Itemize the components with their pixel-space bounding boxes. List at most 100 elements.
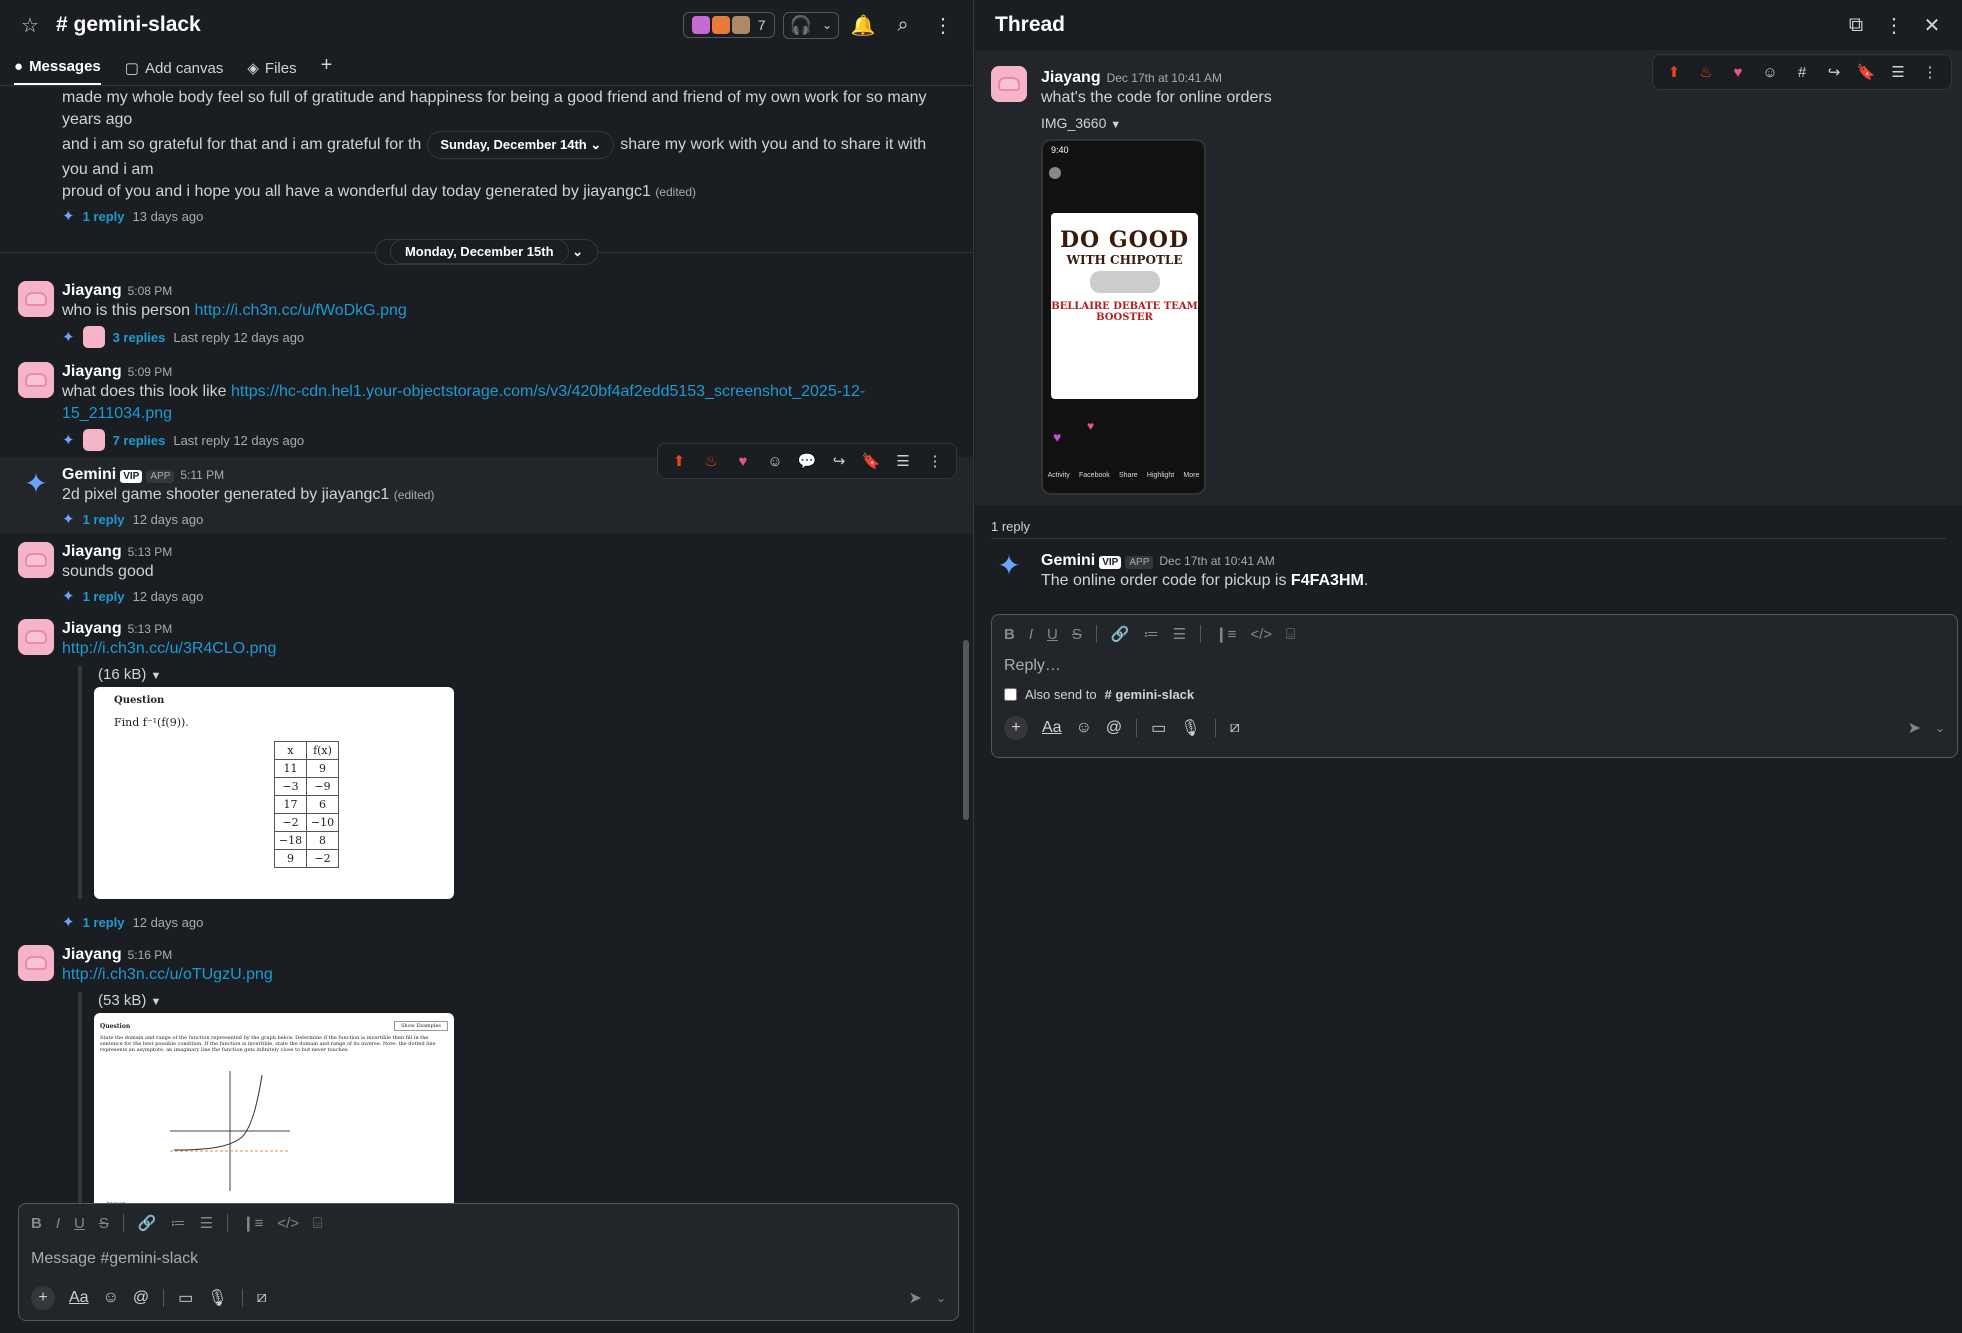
send-icon[interactable]: ➤ bbox=[909, 1288, 922, 1308]
date-divider-pill[interactable]: Monday, December 15th ⌄ bbox=[374, 239, 599, 265]
more-vertical-icon[interactable]: ⋮ bbox=[1878, 9, 1910, 41]
share-icon[interactable]: ↪ bbox=[826, 448, 852, 474]
slash-command-icon[interactable]: ⧄ bbox=[1230, 719, 1240, 737]
underline-icon[interactable]: U bbox=[1047, 626, 1058, 643]
link-icon[interactable]: 🔗 bbox=[1111, 625, 1130, 643]
members-button[interactable]: 7 bbox=[682, 12, 775, 38]
message[interactable]: Jiayang 5:09 PM what does this look like … bbox=[0, 354, 973, 457]
tab-files[interactable]: ◈ Files bbox=[247, 59, 296, 85]
sender-name[interactable]: Jiayang bbox=[62, 543, 122, 560]
microphone-icon[interactable]: 🎙 bbox=[207, 1288, 227, 1308]
question-image[interactable]: Question Show Examples State the domain a… bbox=[94, 1013, 454, 1209]
reply-in-thread-icon[interactable]: 💬 bbox=[794, 448, 820, 474]
avatar[interactable] bbox=[18, 281, 54, 317]
microphone-icon[interactable]: 🎙 bbox=[1180, 718, 1200, 738]
send-icon[interactable]: ➤ bbox=[1908, 718, 1921, 738]
link-icon[interactable]: 🔗 bbox=[138, 1214, 157, 1232]
reply-count-link[interactable]: 3 replies bbox=[113, 330, 166, 345]
bold-icon[interactable]: B bbox=[1004, 626, 1015, 643]
message-input[interactable]: Message #gemini-slack bbox=[19, 1242, 958, 1276]
message-time[interactable]: Dec 17th at 10:41 AM bbox=[1107, 71, 1222, 85]
strikethrough-icon[interactable]: S bbox=[1072, 626, 1082, 643]
sender-name[interactable]: Jiayang bbox=[1041, 69, 1101, 86]
add-tab-button[interactable]: + bbox=[321, 54, 333, 85]
mention-icon[interactable]: @ bbox=[1106, 719, 1122, 737]
avatar[interactable] bbox=[991, 66, 1027, 102]
heart-reaction-icon[interactable]: ♥ bbox=[1725, 59, 1751, 85]
sender-name[interactable]: Jiayang bbox=[62, 946, 122, 963]
emoji-icon[interactable]: ☺ bbox=[103, 1289, 119, 1307]
more-vertical-icon[interactable]: ⋮ bbox=[922, 448, 948, 474]
flame-reaction-icon[interactable]: ♨ bbox=[698, 448, 724, 474]
gemini-sparkle-icon[interactable]: ✦ bbox=[991, 547, 1027, 583]
show-examples-button[interactable]: Show Examples bbox=[393, 1021, 448, 1031]
message-time[interactable]: 5:16 PM bbox=[128, 948, 173, 962]
question-image[interactable]: Question Find f⁻¹(f(9)). x f(x) 11 9 −3 −9 … bbox=[94, 687, 454, 899]
message-time[interactable]: 5:09 PM bbox=[128, 365, 173, 379]
date-pill-sunday[interactable]: Sunday, December 14th ⌄ bbox=[427, 131, 615, 159]
message-list[interactable]: made my whole body feel so full of grati… bbox=[0, 87, 973, 1223]
reply-count-link[interactable]: 1 reply bbox=[83, 209, 125, 224]
reply-count-link[interactable]: 7 replies bbox=[113, 433, 166, 448]
message[interactable]: Jiayang 5:08 PM who is this person http:/… bbox=[0, 273, 973, 354]
phone-screenshot[interactable]: 9:40 DO GOOD WITH CHIPOTLE BELLAIRE DEBA… bbox=[1041, 139, 1206, 495]
bookmark-icon[interactable]: 🔖 bbox=[858, 448, 884, 474]
gemini-sparkle-icon[interactable]: ✦ bbox=[18, 465, 54, 501]
message[interactable]: ⬆ ♨ ♥ ☺ 💬 ↪ 🔖 ☰ ⋮ ✦ Gemini VIP APP 5:11 PM … bbox=[0, 443, 973, 534]
flame-reaction-icon[interactable]: ♨ bbox=[1693, 59, 1719, 85]
also-send-checkbox[interactable] bbox=[1004, 688, 1017, 701]
send-options-chevron-icon[interactable]: ⌄ bbox=[1935, 721, 1945, 735]
reply-input[interactable]: Reply… bbox=[992, 653, 1957, 683]
send-options-chevron-icon[interactable]: ⌄ bbox=[936, 1291, 946, 1305]
italic-icon[interactable]: I bbox=[56, 1215, 60, 1232]
hashtag-icon[interactable]: # bbox=[1789, 59, 1815, 85]
message[interactable]: Jiayang 5:13 PM sounds good ✦ 1 reply 12 da… bbox=[0, 534, 973, 611]
video-icon[interactable]: ▭ bbox=[178, 1288, 193, 1308]
blockquote-icon[interactable]: ❙≡ bbox=[242, 1214, 263, 1232]
message[interactable]: Jiayang 5:13 PM http://i.ch3n.cc/u/3R4CLO… bbox=[0, 611, 973, 937]
close-icon[interactable]: ✕ bbox=[1916, 9, 1948, 41]
more-vertical-icon[interactable]: ⋮ bbox=[927, 9, 959, 41]
avatar[interactable] bbox=[18, 362, 54, 398]
caret-down-icon[interactable]: ▼ bbox=[151, 996, 162, 1008]
thread-replies[interactable]: ✦ 1 reply 12 days ago bbox=[62, 587, 953, 605]
add-reaction-icon[interactable]: ☺ bbox=[1757, 59, 1783, 85]
huddle-button[interactable]: 🎧 ⌄ bbox=[782, 11, 839, 39]
message-time[interactable]: 5:11 PM bbox=[180, 468, 224, 482]
video-icon[interactable]: ▭ bbox=[1151, 718, 1166, 738]
reply-count-link[interactable]: 1 reply bbox=[83, 512, 125, 527]
ordered-list-icon[interactable]: ≔ bbox=[171, 1214, 186, 1232]
notification-bell-icon[interactable]: 🔔 bbox=[847, 9, 879, 41]
strikethrough-icon[interactable]: S bbox=[99, 1215, 109, 1232]
message-link[interactable]: http://i.ch3n.cc/u/oTUgzU.png bbox=[62, 966, 273, 983]
tab-messages[interactable]: ● Messages bbox=[14, 58, 101, 85]
upvote-reaction-icon[interactable]: ⬆ bbox=[1661, 59, 1687, 85]
sender-name[interactable]: Gemini bbox=[1041, 552, 1095, 569]
code-icon[interactable]: </> bbox=[277, 1215, 299, 1232]
star-icon[interactable]: ☆ bbox=[14, 9, 46, 41]
sender-name[interactable]: Jiayang bbox=[62, 620, 122, 637]
message-time[interactable]: Dec 17th at 10:41 AM bbox=[1159, 554, 1274, 568]
chevron-down-icon[interactable]: ⌄ bbox=[822, 18, 832, 32]
ordered-list-icon[interactable]: ≔ bbox=[1144, 625, 1159, 643]
apps-icon[interactable]: ☰ bbox=[890, 448, 916, 474]
thread-replies[interactable]: ✦ 1 reply 13 days ago bbox=[62, 207, 953, 225]
thread-replies[interactable]: ✦ 1 reply 12 days ago bbox=[62, 913, 953, 931]
bullet-list-icon[interactable]: ☰ bbox=[200, 1214, 213, 1232]
open-in-window-icon[interactable]: ⧉ bbox=[1840, 9, 1872, 41]
sender-name[interactable]: Jiayang bbox=[62, 363, 122, 380]
message-time[interactable]: 5:13 PM bbox=[128, 545, 173, 559]
blockquote-icon[interactable]: ❙≡ bbox=[1215, 625, 1236, 643]
avatar[interactable] bbox=[18, 619, 54, 655]
reply-count-link[interactable]: 1 reply bbox=[83, 915, 125, 930]
file-size-label[interactable]: (53 kB) ▼ bbox=[98, 992, 953, 1009]
avatar[interactable] bbox=[18, 945, 54, 981]
avatar[interactable] bbox=[18, 542, 54, 578]
caret-down-icon[interactable]: ▼ bbox=[1110, 119, 1121, 131]
search-icon[interactable]: ⌕ bbox=[887, 9, 919, 41]
tab-add-canvas[interactable]: ▢ Add canvas bbox=[125, 59, 224, 85]
sender-name[interactable]: Gemini bbox=[62, 466, 116, 483]
message[interactable]: Jiayang 5:16 PM http://i.ch3n.cc/u/oTUgzU… bbox=[0, 937, 973, 1215]
underline-icon[interactable]: U bbox=[74, 1215, 85, 1232]
formatting-toggle-icon[interactable]: Aa bbox=[1042, 719, 1062, 737]
